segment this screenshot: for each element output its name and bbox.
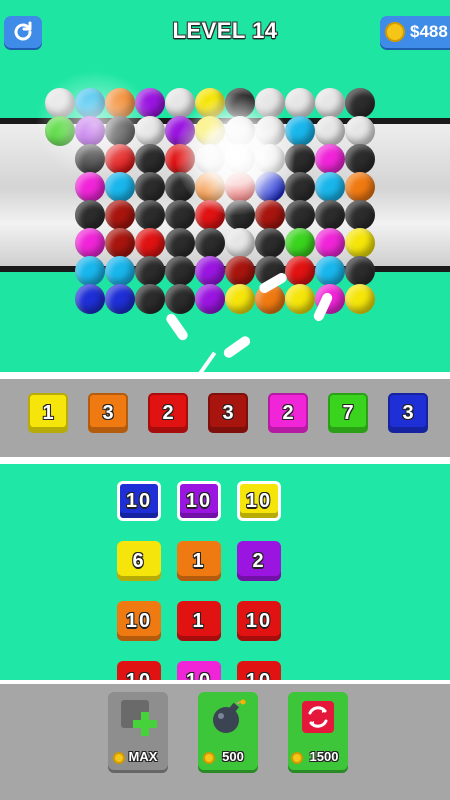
ball: [195, 284, 225, 314]
queue-slot: 7: [328, 393, 368, 433]
ball: [105, 228, 135, 258]
ball: [315, 172, 345, 202]
ball: [75, 284, 105, 314]
ball: [75, 256, 105, 286]
number-tile[interactable]: 2: [237, 541, 281, 581]
queue-slot: 3: [208, 393, 248, 433]
ball: [225, 228, 255, 258]
bomb-price: 500: [222, 749, 244, 764]
number-tile[interactable]: 1: [177, 601, 221, 641]
ball: [315, 200, 345, 230]
queue-slot: 3: [88, 393, 128, 433]
shuffle-button[interactable]: 1500: [288, 692, 348, 770]
queue-slot: 2: [268, 393, 308, 433]
bomb-icon: [213, 699, 246, 733]
add-slot-button[interactable]: MAX: [108, 692, 168, 770]
ball: [105, 284, 135, 314]
ball: [315, 144, 345, 174]
ball: [75, 228, 105, 258]
ball: [315, 228, 345, 258]
number-tile[interactable]: 6: [117, 541, 161, 581]
number-tile[interactable]: 10: [237, 481, 281, 521]
hit-flash: [175, 95, 295, 215]
ball: [195, 256, 225, 286]
ball: [255, 228, 285, 258]
shuffle-price: 1500: [309, 749, 339, 764]
ball: [135, 284, 165, 314]
shuffle-icon: [302, 701, 334, 733]
ball: [285, 88, 315, 118]
ball: [315, 256, 345, 286]
coin-amount: $488: [410, 22, 448, 41]
ball: [345, 256, 375, 286]
ball: [105, 256, 135, 286]
ball: [165, 284, 195, 314]
ball: [285, 284, 315, 314]
number-tile[interactable]: 1: [177, 541, 221, 581]
ball: [195, 228, 225, 258]
ball: [135, 256, 165, 286]
ball: [315, 116, 345, 146]
queue-slot: 2: [148, 393, 188, 433]
ball: [165, 228, 195, 258]
plus-icon: [119, 698, 157, 736]
ball: [345, 172, 375, 202]
ball: [105, 200, 135, 230]
add-slot-price: MAX: [128, 749, 158, 764]
queue-slot: 3: [388, 393, 428, 433]
ball: [135, 172, 165, 202]
ball: [285, 228, 315, 258]
ball: [345, 88, 375, 118]
ball: [345, 228, 375, 258]
hit-flash: [35, 70, 155, 180]
ball: [165, 256, 195, 286]
number-tile[interactable]: 10: [117, 481, 161, 521]
ball: [315, 88, 345, 118]
queue-slot: 1: [28, 393, 68, 433]
ball: [135, 228, 165, 258]
ball: [225, 256, 255, 286]
ball: [345, 116, 375, 146]
ball: [225, 284, 255, 314]
ball: [75, 200, 105, 230]
number-tile[interactable]: 10: [177, 481, 221, 521]
coin-icon: [385, 22, 405, 42]
ball: [345, 200, 375, 230]
number-tile[interactable]: 10: [237, 601, 281, 641]
bomb-button[interactable]: 500: [198, 692, 258, 770]
ball: [135, 200, 165, 230]
ball: [165, 200, 195, 230]
number-tile[interactable]: 10: [117, 601, 161, 641]
ball: [285, 256, 315, 286]
ball: [345, 144, 375, 174]
ball: [285, 200, 315, 230]
ball: [345, 284, 375, 314]
